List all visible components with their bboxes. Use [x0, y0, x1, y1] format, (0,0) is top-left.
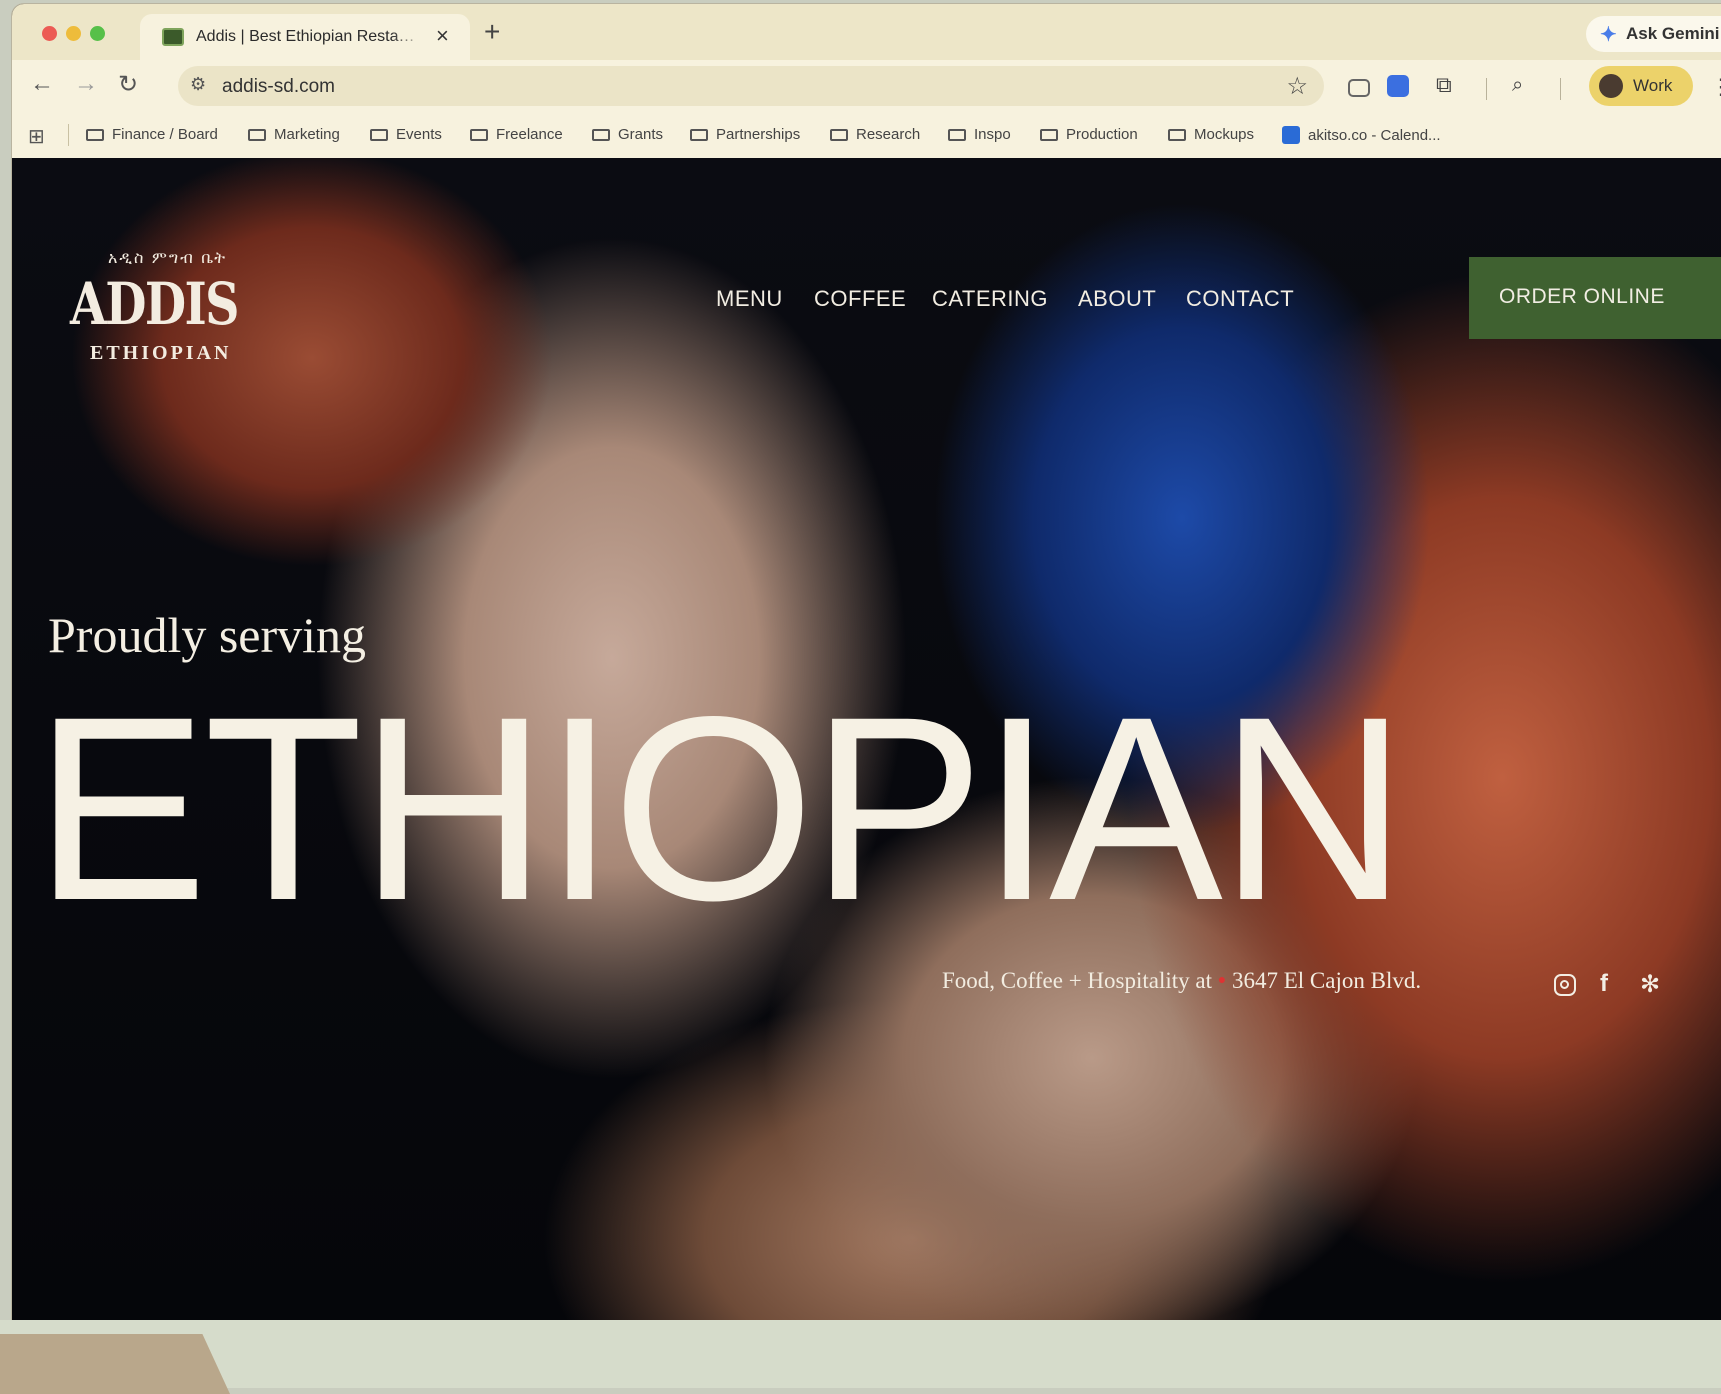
nav-contact[interactable]: CONTACT: [1186, 286, 1294, 312]
folder-icon: [830, 129, 848, 141]
bookmark-finance-board[interactable]: Finance / Board: [86, 126, 218, 143]
reload-icon[interactable]: ↻: [118, 70, 138, 99]
tab-close-icon[interactable]: ×: [436, 23, 449, 49]
calendar-icon: [1282, 126, 1300, 144]
bookmarks-bar: ⊞ Finance / Board Marketing Events Freel…: [12, 112, 1721, 159]
map-pin-icon: ●: [1217, 973, 1227, 988]
tab-strip: Addis | Best Ethiopian Resta… × + ✦ Ask …: [12, 4, 1721, 60]
logo-wordmark: ADDIS: [70, 270, 239, 338]
site-logo[interactable]: አዲስ ምግብ ቤት ADDIS ETHIOPIAN: [70, 250, 240, 390]
bookmark-production[interactable]: Production: [1040, 126, 1138, 143]
profile-button[interactable]: Work: [1589, 66, 1693, 106]
browser-window: Addis | Best Ethiopian Resta… × + ✦ Ask …: [12, 4, 1721, 1324]
gemini-sparkle-icon: ✦: [1600, 24, 1617, 46]
folder-icon: [948, 129, 966, 141]
bookmark-freelance[interactable]: Freelance: [470, 126, 563, 143]
page-below-fold: [0, 1320, 1721, 1388]
browser-toolbar: ← → ↻ ⚙ addis-sd.com ☆ ⧉ ⌕ Work ⋮: [12, 60, 1721, 112]
bookmark-akitso-calendar[interactable]: akitso.co - Calend...: [1282, 126, 1441, 144]
extensions-puzzle-icon[interactable]: ⧉: [1436, 72, 1460, 97]
hero-tagline: Proudly serving: [48, 607, 367, 663]
profile-label: Work: [1633, 76, 1673, 95]
address-bar[interactable]: ⚙ addis-sd.com ☆: [178, 66, 1324, 106]
folder-icon: [1168, 129, 1186, 141]
folder-icon: [592, 129, 610, 141]
bookmark-inspo[interactable]: Inspo: [948, 126, 1011, 143]
address-prefix: Food, Coffee + Hospitality at: [942, 968, 1212, 993]
bookmark-grants[interactable]: Grants: [592, 126, 663, 143]
apps-grid-icon[interactable]: ⊞: [28, 124, 45, 149]
hero-headline: ETHIOPIAN: [34, 662, 1407, 955]
hero-section: አዲስ ምግብ ቤት ADDIS ETHIOPIAN MENU COFFEE C…: [12, 158, 1721, 1324]
tab-title: Addis | Best Ethiopian Resta…: [196, 28, 415, 45]
bookmarks-divider: [68, 124, 69, 146]
nav-about[interactable]: ABOUT: [1078, 286, 1156, 312]
facebook-icon[interactable]: f: [1600, 970, 1608, 998]
close-window-button[interactable]: [42, 26, 57, 41]
folder-icon: [86, 129, 104, 141]
instagram-icon[interactable]: [1554, 974, 1576, 996]
ask-gemini-button[interactable]: ✦ Ask Gemini: [1586, 16, 1721, 52]
toolbar-divider: [1560, 78, 1561, 100]
folder-icon: [1040, 129, 1058, 141]
maximize-window-button[interactable]: [90, 26, 105, 41]
bookmark-star-icon[interactable]: ☆: [1286, 72, 1308, 101]
forward-icon[interactable]: →: [74, 70, 98, 98]
camera-icon[interactable]: [1348, 79, 1370, 97]
decorative-paper-edge: [0, 1334, 230, 1394]
site-info-icon[interactable]: ⚙: [190, 74, 206, 95]
yelp-icon[interactable]: ✻: [1640, 970, 1660, 999]
order-online-button[interactable]: ORDER ONLINE: [1469, 257, 1721, 339]
nav-catering[interactable]: CATERING: [932, 286, 1048, 312]
avatar: [1599, 74, 1623, 98]
tab-addis[interactable]: Addis | Best Ethiopian Resta… ×: [140, 14, 470, 60]
logo-subtitle: ETHIOPIAN: [90, 342, 232, 364]
folder-icon: [248, 129, 266, 141]
back-icon[interactable]: ←: [30, 70, 54, 98]
more-menu-icon[interactable]: ⋮: [1710, 74, 1721, 100]
tab-search-icon[interactable]: ⌕: [1512, 74, 1536, 98]
new-tab-button[interactable]: +: [484, 16, 500, 48]
nav-menu[interactable]: MENU: [716, 286, 783, 312]
address-link[interactable]: 3647 El Cajon Blvd.: [1232, 968, 1421, 993]
bookmark-events[interactable]: Events: [370, 126, 442, 143]
favicon-icon: [162, 28, 184, 46]
bookmark-partnerships[interactable]: Partnerships: [690, 126, 800, 143]
folder-icon: [470, 129, 488, 141]
minimize-window-button[interactable]: [66, 26, 81, 41]
address-line: Food, Coffee + Hospitality at ● 3647 El …: [942, 968, 1421, 994]
bookmark-mockups[interactable]: Mockups: [1168, 126, 1254, 143]
toolbar-divider: [1486, 78, 1487, 100]
folder-icon: [690, 129, 708, 141]
order-online-label: ORDER ONLINE: [1499, 285, 1665, 308]
logo-amharic-text: አዲስ ምግብ ቤት: [108, 250, 228, 267]
extension-icon[interactable]: [1387, 75, 1409, 97]
bookmark-marketing[interactable]: Marketing: [248, 126, 340, 143]
nav-coffee[interactable]: COFFEE: [814, 286, 906, 312]
ask-gemini-label: Ask Gemini: [1626, 24, 1720, 43]
folder-icon: [370, 129, 388, 141]
url-text[interactable]: addis-sd.com: [222, 76, 335, 98]
bookmark-research[interactable]: Research: [830, 126, 920, 143]
